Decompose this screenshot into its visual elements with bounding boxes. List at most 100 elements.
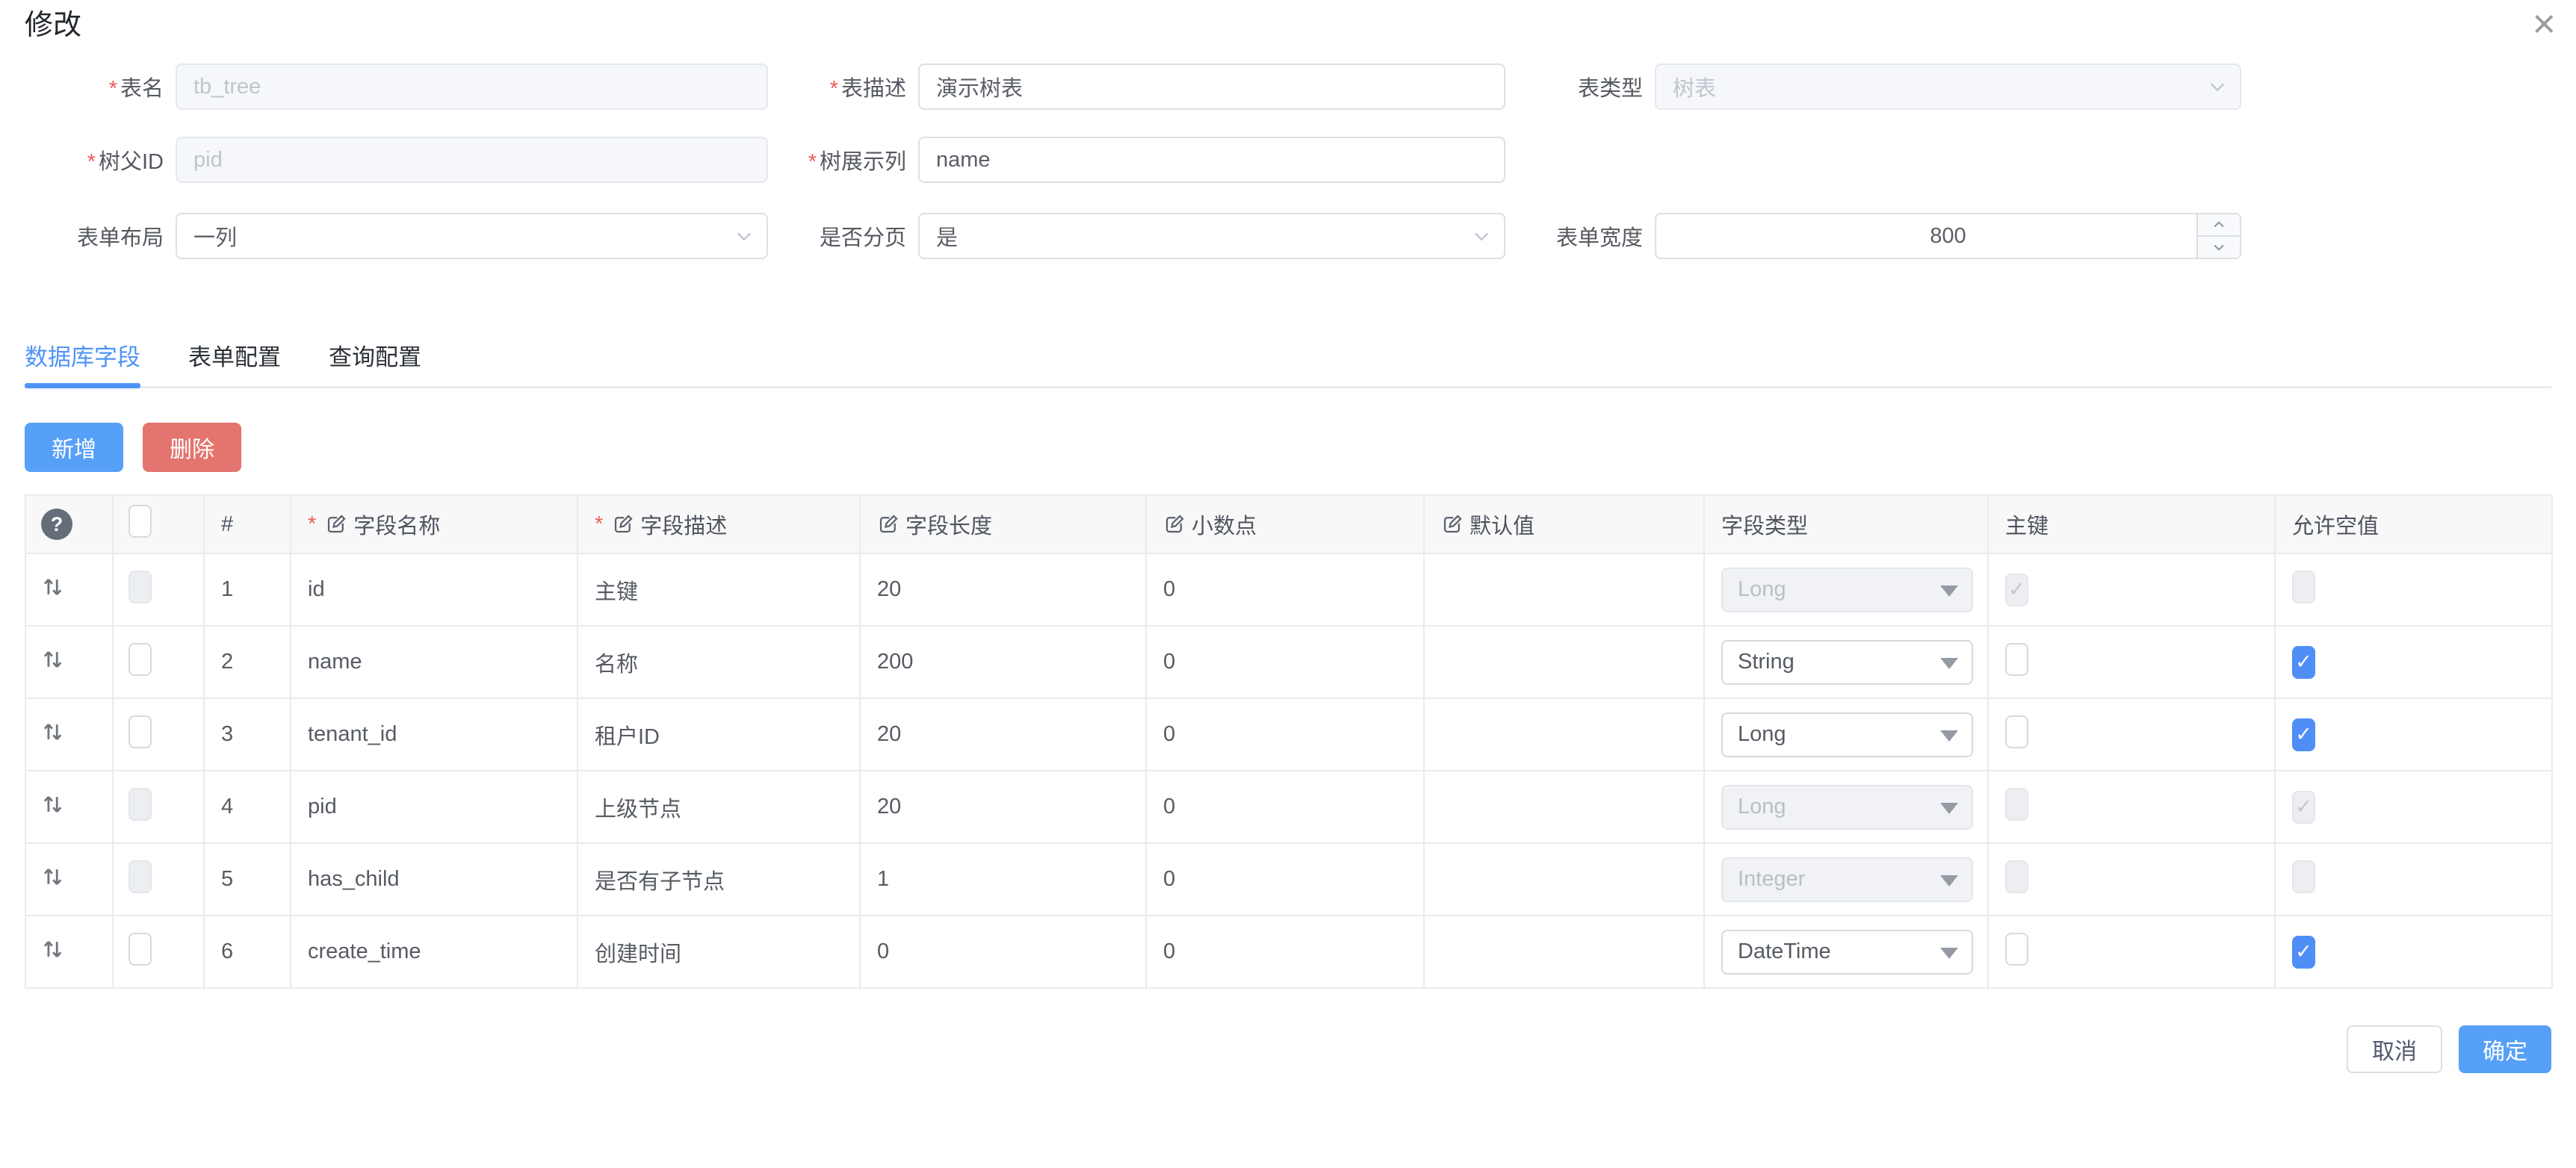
drag-sort-icon[interactable] <box>41 719 66 745</box>
col-nullable: 允许空值 <box>2275 495 2552 553</box>
row-checkbox[interactable] <box>129 571 152 603</box>
field-type-select[interactable]: Integer <box>1721 857 1973 902</box>
decimal-cell[interactable]: 0 <box>1146 771 1424 843</box>
row-checkbox[interactable] <box>129 715 152 748</box>
close-icon[interactable]: × <box>2532 7 2556 40</box>
tab-database-fields[interactable]: 数据库字段 <box>25 343 140 373</box>
form-width-input[interactable] <box>1655 213 2241 259</box>
drag-sort-icon[interactable] <box>41 574 66 600</box>
decimal-cell[interactable]: 0 <box>1146 626 1424 698</box>
pagination-select[interactable]: 是 <box>918 213 1505 259</box>
form-row-2: *树父ID *树展示列 <box>25 137 2551 183</box>
table-type-label: 表类型 <box>1578 77 1643 101</box>
col-decimal-point: 小数点 <box>1192 509 1257 540</box>
drag-sort-icon[interactable] <box>41 792 66 817</box>
default-value-cell[interactable] <box>1424 626 1704 698</box>
nullable-checkbox[interactable] <box>2292 791 2315 824</box>
field-length-cell[interactable]: 20 <box>860 698 1146 771</box>
field-length-cell[interactable]: 200 <box>860 626 1146 698</box>
primary-key-checkbox[interactable] <box>2005 788 2028 821</box>
field-length-cell[interactable]: 1 <box>860 843 1146 916</box>
row-checkbox[interactable] <box>129 860 152 893</box>
field-desc-cell[interactable]: 名称 <box>578 626 860 698</box>
default-value-cell[interactable] <box>1424 843 1704 916</box>
field-length-cell[interactable]: 20 <box>860 771 1146 843</box>
nullable-checkbox[interactable] <box>2292 936 2315 969</box>
decimal-cell[interactable]: 0 <box>1146 698 1424 771</box>
field-type-select[interactable]: Long <box>1721 785 1973 830</box>
stepper-down-button[interactable] <box>2198 235 2240 258</box>
field-type-select[interactable]: String <box>1721 640 1973 685</box>
required-asterisk: * <box>109 77 117 101</box>
form-layout-select[interactable]: 一列 <box>176 213 768 259</box>
modal-header: 修改 × <box>25 7 2551 43</box>
primary-key-checkbox[interactable] <box>2005 933 2028 966</box>
form-row-1: *表名 *表描述 表类型 树表 <box>25 63 2551 110</box>
field-type-select[interactable]: Long <box>1721 568 1973 612</box>
field-length-cell[interactable]: 20 <box>860 553 1146 626</box>
primary-key-checkbox[interactable] <box>2005 643 2028 676</box>
table-desc-input[interactable] <box>918 63 1505 110</box>
field-length-cell[interactable]: 0 <box>860 916 1146 988</box>
row-checkbox[interactable] <box>129 643 152 676</box>
decimal-cell[interactable]: 0 <box>1146 843 1424 916</box>
cancel-button[interactable]: 取消 <box>2347 1025 2442 1073</box>
field-name-cell[interactable]: name <box>291 626 578 698</box>
default-value-cell[interactable] <box>1424 553 1704 626</box>
nullable-checkbox[interactable] <box>2292 571 2315 603</box>
field-name-cell[interactable]: pid <box>291 771 578 843</box>
confirm-button[interactable]: 确定 <box>2459 1025 2551 1073</box>
field-desc-cell[interactable]: 主键 <box>578 553 860 626</box>
col-default-value: 默认值 <box>1470 509 1535 540</box>
nullable-checkbox[interactable] <box>2292 718 2315 751</box>
field-desc-cell[interactable]: 租户ID <box>578 698 860 771</box>
row-checkbox[interactable] <box>129 788 152 821</box>
help-icon[interactable]: ? <box>41 509 72 540</box>
tab-form-config[interactable]: 表单配置 <box>188 343 281 373</box>
required-asterisk: * <box>87 150 96 174</box>
tree-display-col-label: 树展示列 <box>820 150 906 174</box>
drag-sort-icon[interactable] <box>41 647 66 672</box>
default-value-cell[interactable] <box>1424 698 1704 771</box>
col-field-length: 字段长度 <box>905 509 992 540</box>
field-name-cell[interactable]: has_child <box>291 843 578 916</box>
primary-key-checkbox[interactable] <box>2005 715 2028 748</box>
primary-key-checkbox[interactable] <box>2005 860 2028 893</box>
required-asterisk: * <box>808 150 817 174</box>
field-desc-cell[interactable]: 创建时间 <box>578 916 860 988</box>
number-stepper <box>2196 214 2240 258</box>
tree-display-col-input[interactable] <box>918 137 1505 183</box>
field-name-cell[interactable]: tenant_id <box>291 698 578 771</box>
table-name-input[interactable] <box>176 63 768 110</box>
decimal-cell[interactable]: 0 <box>1146 916 1424 988</box>
add-button[interactable]: 新增 <box>25 423 123 472</box>
nullable-checkbox[interactable] <box>2292 646 2315 679</box>
select-all-checkbox[interactable] <box>129 505 152 538</box>
delete-button[interactable]: 删除 <box>143 423 241 472</box>
edit-icon <box>612 513 634 535</box>
field-type-select[interactable]: DateTime <box>1721 930 1973 975</box>
row-index: 1 <box>204 553 291 626</box>
caret-down-icon <box>1940 730 1958 742</box>
nullable-checkbox[interactable] <box>2292 860 2315 893</box>
field-name-cell[interactable]: id <box>291 553 578 626</box>
tree-parent-id-input[interactable] <box>176 137 768 183</box>
edit-icon <box>877 513 900 535</box>
field-type-select[interactable]: Long <box>1721 712 1973 757</box>
col-field-type: 字段类型 <box>1704 495 1988 553</box>
field-name-cell[interactable]: create_time <box>291 916 578 988</box>
field-desc-cell[interactable]: 上级节点 <box>578 771 860 843</box>
field-desc-cell[interactable]: 是否有子节点 <box>578 843 860 916</box>
default-value-cell[interactable] <box>1424 771 1704 843</box>
drag-sort-icon[interactable] <box>41 936 66 962</box>
drag-sort-icon[interactable] <box>41 864 66 889</box>
primary-key-checkbox[interactable] <box>2005 574 2028 606</box>
table-toolbar: 新增 删除 <box>25 423 2551 472</box>
tab-query-config[interactable]: 查询配置 <box>329 343 421 373</box>
default-value-cell[interactable] <box>1424 916 1704 988</box>
row-index: 5 <box>204 843 291 916</box>
table-type-select[interactable]: 树表 <box>1655 63 2241 110</box>
decimal-cell[interactable]: 0 <box>1146 553 1424 626</box>
stepper-up-button[interactable] <box>2198 214 2240 235</box>
row-checkbox[interactable] <box>129 933 152 966</box>
